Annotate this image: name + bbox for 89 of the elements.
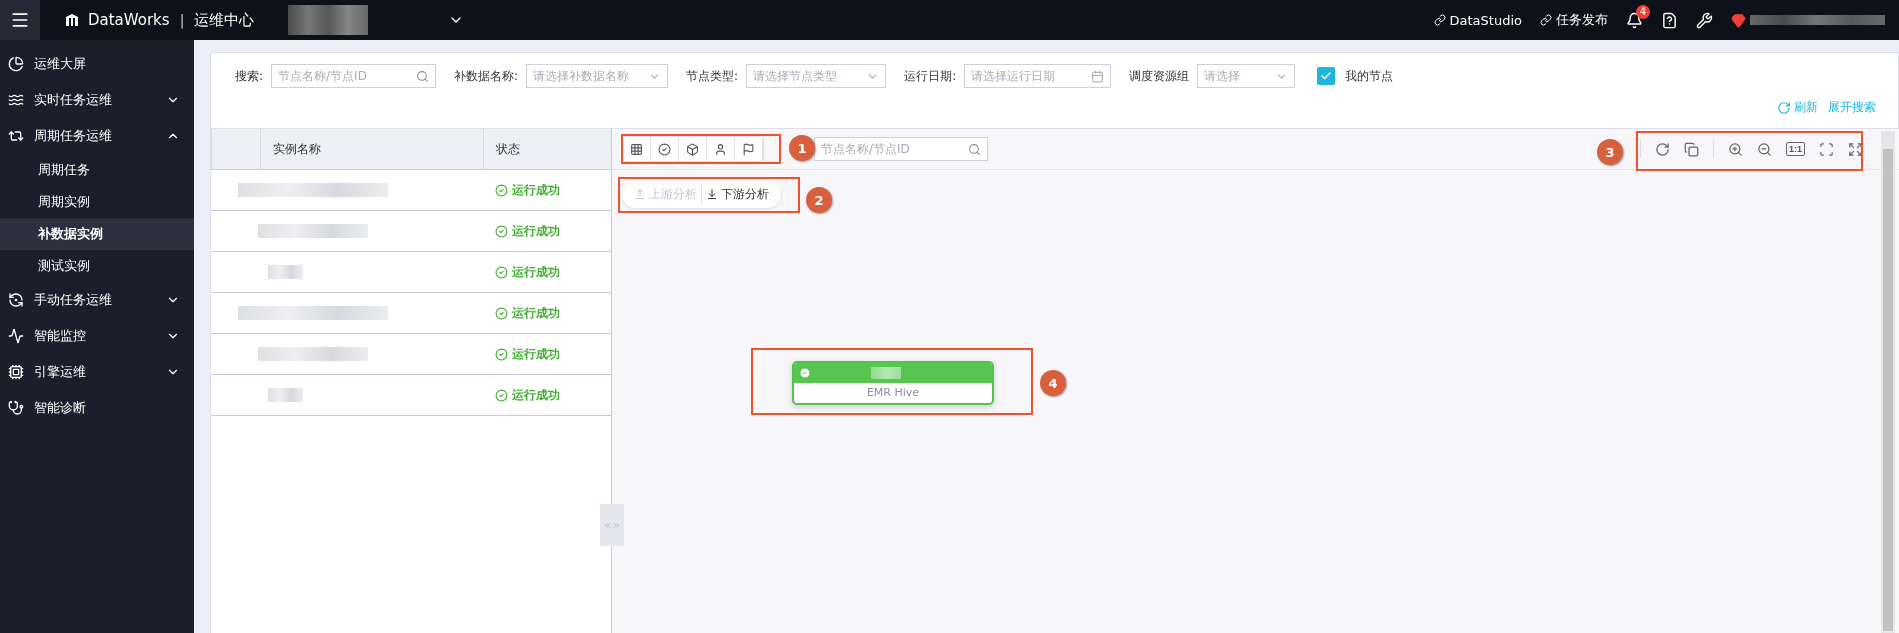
- pulse-icon: [8, 328, 24, 344]
- sidebar-label: 运维大屏: [34, 55, 87, 73]
- calendar-icon: [1091, 69, 1105, 83]
- analysis-button[interactable]: 下游分析: [702, 185, 773, 203]
- sidebar-item[interactable]: 引擎运维: [0, 354, 194, 390]
- refresh-icon: [1777, 100, 1791, 115]
- check-circle-icon: [495, 265, 508, 279]
- filter-label: 节点类型:: [686, 67, 739, 85]
- sidebar-label: 手动任务运维: [34, 291, 113, 309]
- cube-icon: [686, 142, 699, 156]
- sidebar-item[interactable]: 手动任务运维: [0, 282, 194, 318]
- product-name: DataWorks: [88, 11, 170, 29]
- sidebar-item[interactable]: 周期任务运维: [0, 118, 194, 154]
- help-icon[interactable]: [1661, 11, 1678, 29]
- chevrons-right-icon: [612, 520, 621, 530]
- check-circle-icon: [495, 388, 508, 402]
- status-text: 运行成功: [483, 304, 611, 322]
- module-name: 运维中心: [194, 10, 255, 30]
- nav-link[interactable]: DataStudio: [1433, 12, 1522, 28]
- download-icon: [706, 188, 718, 200]
- logo-icon: [64, 12, 80, 28]
- sidebar-label: 引擎运维: [34, 363, 87, 381]
- blurred-text: [268, 388, 303, 402]
- sidebar-label: 智能监控: [34, 327, 87, 345]
- status-text: 运行成功: [483, 386, 611, 404]
- status-text: 运行成功: [483, 345, 611, 363]
- scrollbar[interactable]: [1881, 131, 1895, 633]
- fit-view-icon[interactable]: [1819, 141, 1834, 157]
- status-text: 运行成功: [483, 181, 611, 199]
- sidebar-item[interactable]: 智能诊断: [0, 390, 194, 426]
- sidebar-item[interactable]: 实时任务运维: [0, 82, 194, 118]
- blurred-text: [871, 367, 901, 379]
- user-icon: [714, 142, 727, 156]
- sidebar-label: 实时任务运维: [34, 91, 113, 109]
- flag-icon: [742, 142, 755, 156]
- sidebar-subitem[interactable]: 补数据实例: [0, 218, 194, 250]
- menu-button[interactable]: [0, 0, 40, 40]
- collapse-handle[interactable]: [600, 504, 624, 546]
- sidebar-subitem[interactable]: 周期任务: [0, 154, 194, 186]
- grid-icon: [630, 142, 643, 156]
- nav-link[interactable]: 任务发布: [1540, 11, 1608, 29]
- fullscreen-icon[interactable]: [1848, 141, 1863, 157]
- sidebar-item[interactable]: 智能监控: [0, 318, 194, 354]
- check-circle-icon: [658, 142, 671, 156]
- zoom-in-icon[interactable]: [1728, 141, 1743, 157]
- status-text: 运行成功: [483, 222, 611, 240]
- filter-label: 运行日期:: [904, 67, 957, 85]
- zoom-out-icon[interactable]: [1757, 141, 1772, 157]
- check-icon: [1320, 70, 1333, 82]
- actual-size-button[interactable]: 1:1: [1786, 142, 1805, 156]
- notification-badge: 4: [1636, 4, 1650, 19]
- link-icon: [1540, 14, 1552, 26]
- link-icon: [1433, 14, 1446, 26]
- refresh-icon: [8, 292, 24, 308]
- node-type: EMR Hive: [865, 385, 921, 401]
- pie-chart-icon: [8, 56, 24, 72]
- sidebar-label: 智能诊断: [34, 399, 87, 417]
- check-circle-icon: [495, 306, 508, 320]
- sidebar-item[interactable]: 运维大屏: [0, 46, 194, 82]
- check-circle-icon: [495, 183, 508, 197]
- sidebar-label: 周期任务运维: [34, 127, 113, 145]
- upload-icon: [634, 188, 646, 200]
- gem-icon: [1731, 12, 1746, 28]
- filter-label: 搜索:: [235, 67, 264, 85]
- check-circle-icon: [495, 224, 508, 238]
- stethoscope-icon: [8, 400, 24, 416]
- status-text: 运行成功: [483, 263, 611, 281]
- sidebar-subitem[interactable]: 测试实例: [0, 250, 194, 282]
- checkbox[interactable]: [1317, 67, 1336, 85]
- check-icon: [799, 367, 811, 379]
- waves-icon: [8, 92, 24, 108]
- filter-label: 补数据名称:: [454, 67, 519, 85]
- search-icon: [416, 69, 430, 83]
- title-separator: |: [179, 12, 185, 28]
- chip-icon: [8, 364, 24, 380]
- wrench-icon[interactable]: [1696, 11, 1713, 29]
- chevrons-left-icon: [603, 520, 612, 530]
- filter-label: 调度资源组: [1129, 67, 1190, 85]
- sidebar-subitem[interactable]: 周期实例: [0, 186, 194, 218]
- blurred-text: [268, 265, 303, 279]
- layout-icon[interactable]: [1684, 141, 1699, 157]
- reload-icon[interactable]: [1655, 141, 1670, 157]
- search-icon: [968, 142, 981, 156]
- check-circle-icon: [495, 347, 508, 361]
- menu-icon: [10, 10, 30, 30]
- checkbox-label: 我的节点: [1345, 67, 1394, 85]
- repeat-icon: [8, 128, 24, 144]
- column-header: 状态: [483, 129, 611, 169]
- column-header: 实例名称: [260, 129, 483, 169]
